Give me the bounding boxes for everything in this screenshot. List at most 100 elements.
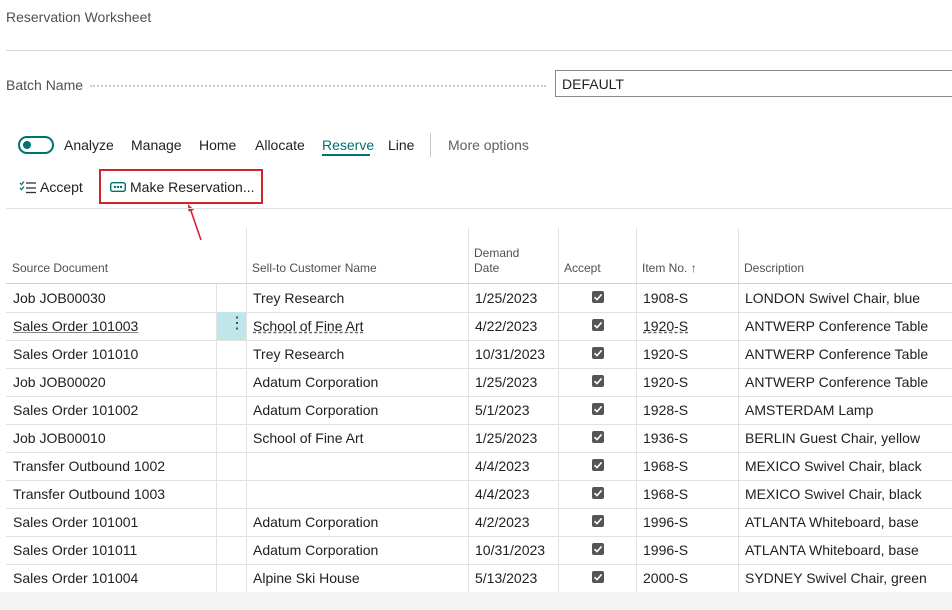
make-reservation-button[interactable]: Make Reservation... [130,179,255,195]
accept-checkbox[interactable] [592,459,604,471]
table-row[interactable]: Sales Order 101002 Adatum Corporation 5/1/… [6,396,952,425]
cell-source-document[interactable]: Transfer Outbound 1002 [13,458,165,474]
header-item-no[interactable]: Item No. ↑ [642,261,697,275]
header-source-document[interactable]: Source Document [12,261,108,275]
cell-demand-date: 4/4/2023 [475,486,530,502]
cell-description: ATLANTA Whiteboard, base [745,542,919,558]
cell-customer-name: Adatum Corporation [253,542,379,558]
table-row[interactable]: Job JOB00020 Adatum Corporation 1/25/2023 1… [6,368,952,397]
header-item-no-label: Item No. [642,261,688,275]
tab-more-options[interactable]: More options [448,137,529,153]
cell-item-no: 1968-S [643,486,689,502]
cell-item-no: 2000-S [643,570,689,586]
cell-item-no: 1920-S [643,374,689,390]
table-row[interactable]: Sales Order 101001 Adatum Corporation 4/2/… [6,508,952,537]
analyze-toggle[interactable] [18,136,54,154]
checkmark-icon [593,489,603,497]
table-row[interactable]: Sales Order 101010 Trey Research 10/31/202… [6,340,952,369]
accept-checkbox[interactable] [592,319,604,331]
accept-button[interactable]: Accept [40,179,83,195]
cell-source-document[interactable]: Job JOB00010 [13,430,106,446]
cell-customer-name: Adatum Corporation [253,374,379,390]
header-demand-date[interactable]: Demand Date [474,246,519,276]
checkmark-icon [593,517,603,525]
table-row[interactable]: Job JOB00010 School of Fine Art 1/25/2023 1… [6,424,952,453]
table-row[interactable]: Sales Order 101011 Adatum Corporation 10/3… [6,536,952,565]
tab-reserve[interactable]: Reserve [322,137,374,153]
accept-checkbox[interactable] [592,375,604,387]
accept-checkbox[interactable] [592,571,604,583]
checkmark-icon [593,545,603,553]
cell-source-document[interactable]: Sales Order 101002 [13,402,138,418]
accept-checkbox[interactable] [592,487,604,499]
cell-source-document[interactable]: Sales Order 101010 [13,346,138,362]
accept-checkbox[interactable] [592,543,604,555]
cell-source-document[interactable]: Sales Order 101004 [13,570,138,586]
active-tab-indicator [322,154,370,156]
accept-checkbox[interactable] [592,431,604,443]
cell-demand-date: 5/13/2023 [475,570,538,586]
cell-demand-date: 5/1/2023 [475,402,530,418]
tab-line[interactable]: Line [388,137,414,153]
cell-demand-date: 4/2/2023 [475,514,530,530]
cell-demand-date: 1/25/2023 [475,430,538,446]
cell-source-document[interactable]: Sales Order 101011 [13,542,137,558]
cell-description: BERLIN Guest Chair, yellow [745,430,921,446]
header-customer-name[interactable]: Sell-to Customer Name [252,261,377,275]
cell-customer-name: Alpine Ski House [253,570,360,586]
cell-demand-date: 4/22/2023 [475,318,538,334]
cell-description: ANTWERP Conference Table [745,374,929,390]
batch-name-label: Batch Name [6,77,84,93]
table-row[interactable]: Transfer Outbound 1003 4/4/2023 1968-S MEXI… [6,480,952,509]
tab-manage[interactable]: Manage [131,137,182,153]
batch-name-input[interactable] [555,70,952,97]
cell-demand-date: 1/25/2023 [475,374,538,390]
cell-description: AMSTERDAM Lamp [745,402,874,418]
cell-description: SYDNEY Swivel Chair, green [745,570,927,586]
accept-checkbox[interactable] [592,515,604,527]
tab-analyze[interactable]: Analyze [64,137,114,153]
cell-source-document[interactable]: Sales Order 101001 [13,514,138,530]
cell-demand-date: 4/4/2023 [475,458,530,474]
cell-source-document[interactable]: Transfer Outbound 1003 [13,486,165,502]
row-actions-button[interactable]: ⋮ [217,312,246,340]
cell-item-no: 1996-S [643,542,689,558]
cell-description: LONDON Swivel Chair, blue [745,290,921,306]
cell-customer-name: Trey Research [253,290,345,306]
header-accept[interactable]: Accept [564,261,601,275]
cell-item-no: 1928-S [643,402,689,418]
accept-checkbox[interactable] [592,347,604,359]
cell-demand-date: 1/25/2023 [475,290,538,306]
accept-checkbox[interactable] [592,403,604,415]
cell-source-document[interactable]: Sales Order 101003 [13,318,138,334]
cell-description: ANTWERP Conference Table [745,318,929,334]
cell-source-document[interactable]: Job JOB00030 [13,290,106,306]
header-divider [6,50,952,51]
footer-bar [0,592,952,610]
tab-home[interactable]: Home [199,137,236,153]
table-row[interactable]: Sales Order 101004 Alpine Ski House 5/13/2… [6,564,952,593]
cell-item-no: 1920-S [643,346,689,362]
cell-customer-name: School of Fine Art [253,318,364,334]
sort-ascending-icon: ↑ [690,261,697,275]
header-demand-date-line2: Date [474,261,500,275]
cell-source-document[interactable]: Job JOB00020 [13,374,106,390]
cell-description: ATLANTA Whiteboard, base [745,514,919,530]
cell-item-no: 1936-S [643,430,689,446]
table-row[interactable]: Transfer Outbound 1002 4/4/2023 1968-S MEXI… [6,452,952,481]
accept-checkbox[interactable] [592,291,604,303]
table-row[interactable]: ⋮ Sales Order 101003 School of Fine Art 4/2… [6,312,952,341]
cell-item-no: 1908-S [643,290,689,306]
cell-customer-name: Adatum Corporation [253,514,379,530]
cell-description: MEXICO Swivel Chair, black [745,486,922,502]
more-vertical-icon: ⋮ [229,315,245,332]
accept-list-icon [19,181,36,194]
batch-name-leader-dots [90,85,546,87]
tab-allocate[interactable]: Allocate [255,137,305,153]
cell-item-no: 1920-S [643,318,689,334]
table-row[interactable]: Job JOB00030 Trey Research 1/25/2023 1908-S… [6,284,952,313]
checkmark-icon [593,377,603,385]
cell-customer-name: Adatum Corporation [253,402,379,418]
cell-item-no: 1968-S [643,458,689,474]
header-description[interactable]: Description [744,261,804,275]
